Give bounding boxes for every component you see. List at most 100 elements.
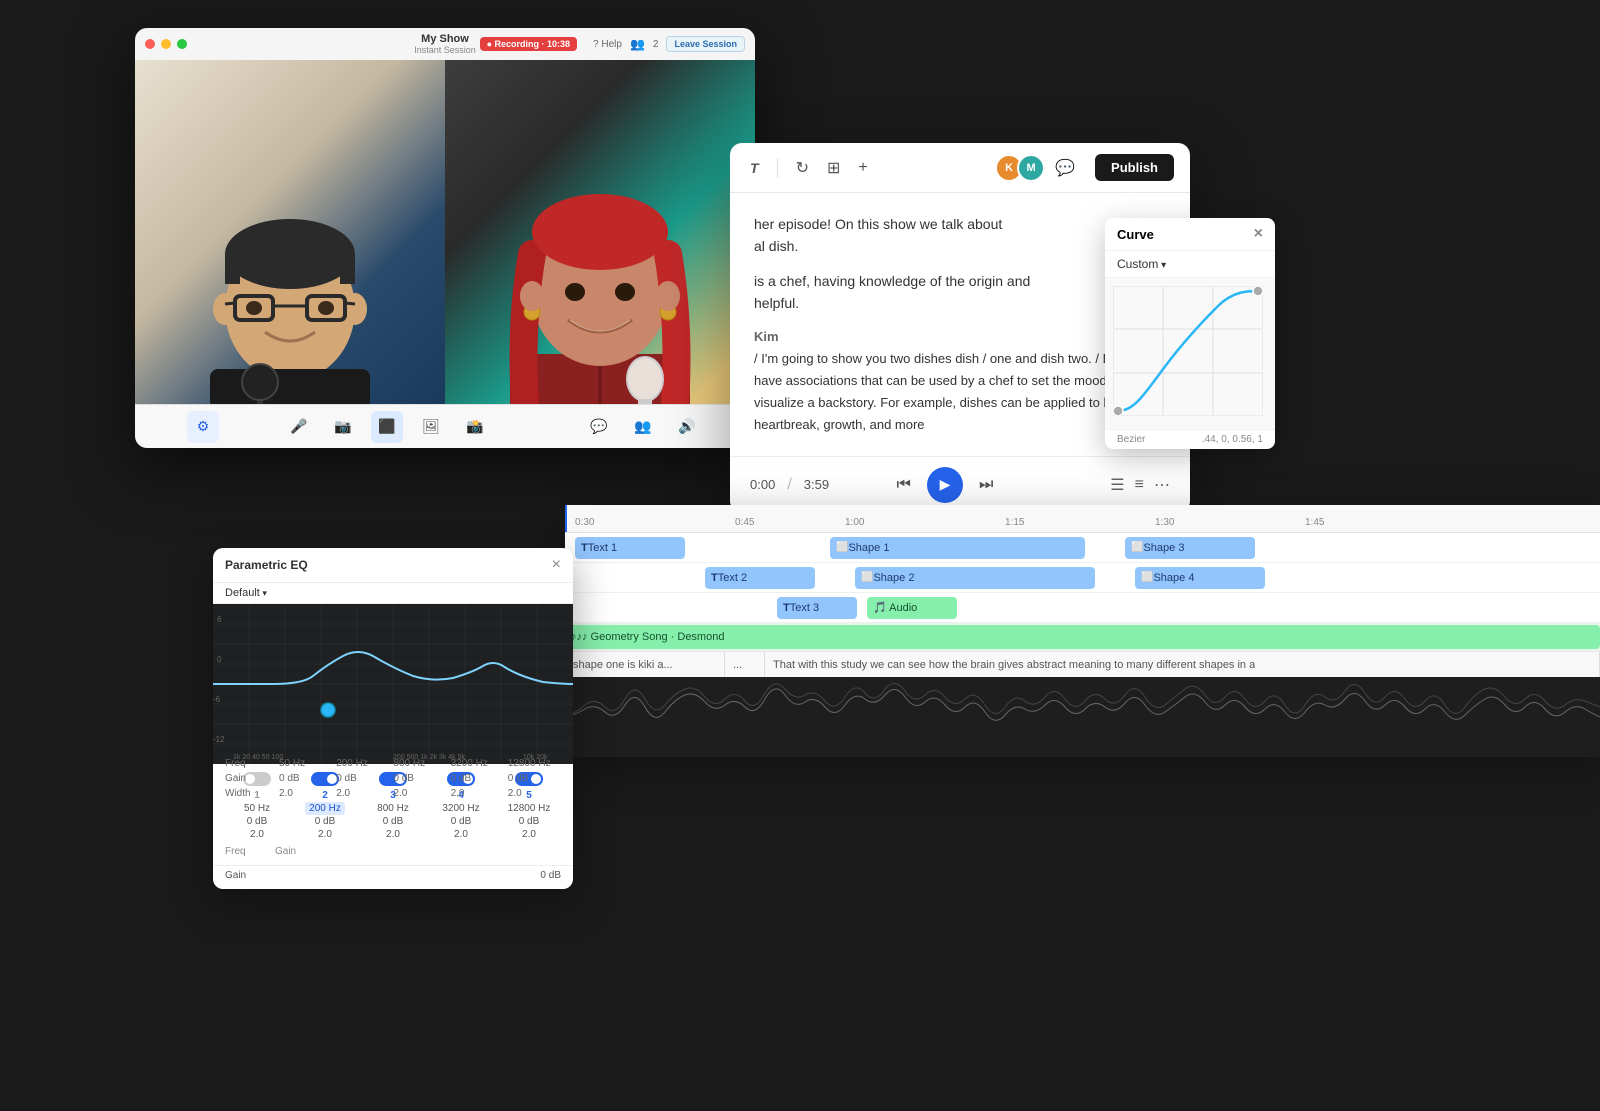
collaborator-avatars: K M: [1001, 154, 1045, 182]
list-icon[interactable]: ≡: [1135, 476, 1144, 494]
minimize-dot[interactable]: [161, 39, 171, 49]
band2-freq: 200 Hz: [293, 803, 357, 814]
avatar-user2: M: [1017, 154, 1045, 182]
camera-button[interactable]: 📷: [327, 411, 359, 443]
band3-gain: 0 dB: [361, 816, 425, 827]
curve-svg: [1113, 286, 1263, 416]
audio-button[interactable]: 🔊: [671, 411, 703, 443]
timeline-ruler: 0:30 0:45 1:00 1:15 1:30 1:45: [565, 505, 1600, 533]
maximize-dot[interactable]: [177, 39, 187, 49]
clip-text2[interactable]: Text 2: [705, 567, 815, 589]
mute-button[interactable]: 🎤: [283, 411, 315, 443]
settings-button[interactable]: ⚙: [187, 411, 219, 443]
clip-audio[interactable]: 🎵 Audio: [867, 597, 957, 619]
curve-dropdown[interactable]: Custom: [1105, 251, 1275, 278]
bezier-value: .44, 0, 0.56, 1: [1202, 434, 1263, 445]
photo-button[interactable]: 📸: [459, 411, 491, 443]
toolbar-separator: [777, 158, 778, 178]
clip-shape4[interactable]: Shape 4: [1135, 567, 1265, 589]
video-grid: [135, 60, 755, 404]
timeline-panel: 0:30 0:45 1:00 1:15 1:30 1:45 Text 1 Sha…: [565, 505, 1600, 757]
track-row-music: ♪♪ ♪ Geometry Song · Desmond: [565, 623, 1600, 651]
skip-back-button[interactable]: ⏮: [891, 474, 917, 496]
hamburger-icon[interactable]: ☰: [1110, 475, 1124, 495]
ruler-mark-0: 0:30: [575, 517, 594, 528]
more-options-icon[interactable]: ⋯: [1154, 475, 1170, 495]
track-row-text2: Text 2 Shape 2 Shape 4: [565, 563, 1600, 593]
time-separator: /: [787, 476, 791, 494]
curve-close-button[interactable]: ×: [1254, 226, 1263, 242]
clip-text3[interactable]: Text 3: [777, 597, 857, 619]
svg-text:6: 6: [217, 615, 222, 624]
leave-session-button[interactable]: Leave Session: [666, 36, 745, 52]
footer-gain-label: Gain: [225, 870, 246, 881]
video-cell-speaker2: [445, 60, 755, 404]
eq-preset-dropdown[interactable]: Default: [213, 583, 573, 604]
participants-button[interactable]: 👥: [627, 411, 659, 443]
track-row-text3: Text 3 🎵 Audio: [565, 593, 1600, 623]
comment-icon[interactable]: 💬: [1051, 154, 1079, 182]
svg-text:-12: -12: [213, 735, 225, 744]
effects-button[interactable]: 🖼: [415, 411, 447, 443]
ruler-mark-4: 1:30: [1155, 517, 1174, 528]
curve-panel-header: Curve ×: [1105, 218, 1275, 251]
help-label[interactable]: ? Help: [593, 39, 622, 50]
freq-row-label: Freq: [225, 846, 275, 857]
waveform-svg: // Generate waveform bars via inline SVG…: [565, 677, 1600, 757]
ruler-mark-3: 1:15: [1005, 517, 1024, 528]
add-icon[interactable]: +: [854, 155, 871, 181]
clip-shape3[interactable]: Shape 3: [1125, 537, 1255, 559]
skip-forward-button[interactable]: ⏭: [973, 474, 999, 496]
svg-text:0: 0: [217, 655, 222, 664]
participant-count: 2: [653, 39, 659, 50]
clip-shape1[interactable]: Shape 1: [830, 537, 1085, 559]
footer-gain-value: 0 dB: [540, 870, 561, 881]
clip-shape2[interactable]: Shape 2: [855, 567, 1095, 589]
eq-row-labels: Freq 50 Hz 200 Hz 800 Hz 3200 Hz 12800 H…: [213, 756, 573, 801]
window-subtitle: Instant Session: [414, 45, 476, 55]
ruler-mark-2: 1:00: [845, 517, 864, 528]
band2-width: 2.0: [293, 829, 357, 840]
refresh-icon[interactable]: ↻: [792, 154, 813, 182]
eq-graph-svg: 6 0 -6 -12 1k 20 40 50 100 200 500 1k 2k…: [213, 604, 573, 764]
caption-seg3: That with this study we can see how the …: [765, 652, 1600, 677]
curve-canvas: [1105, 278, 1275, 429]
participant-count-icon: 👥: [630, 37, 645, 51]
text-tool-icon[interactable]: T: [746, 156, 763, 180]
clip-music[interactable]: ♪♪ ♪ Geometry Song · Desmond: [565, 625, 1600, 649]
eq-close-button[interactable]: ×: [552, 556, 561, 574]
band5-gain: 0 dB: [497, 816, 561, 827]
chat-button[interactable]: 💬: [583, 411, 615, 443]
eq-header: Parametric EQ ×: [213, 548, 573, 583]
eq-title: Parametric EQ: [225, 558, 308, 572]
band2-gain: 0 dB: [293, 816, 357, 827]
music-track-label: ♪ Geometry Song · Desmond: [582, 631, 724, 643]
band3-width: 2.0: [361, 829, 425, 840]
current-time-display: 0:00: [750, 477, 775, 492]
window-title: My Show: [414, 33, 476, 45]
screen-share-button[interactable]: ⬛: [371, 411, 403, 443]
speaker1-avatar: [170, 134, 410, 404]
band4-gain: 0 dB: [429, 816, 493, 827]
total-time-display: 3:59: [804, 477, 829, 492]
playhead[interactable]: [565, 505, 567, 532]
clip-text1[interactable]: Text 1: [575, 537, 685, 559]
grid-icon[interactable]: ⊞: [823, 154, 844, 182]
close-dot[interactable]: [145, 39, 155, 49]
curve-footer: Bezier .44, 0, 0.56, 1: [1105, 429, 1275, 449]
publish-button[interactable]: Publish: [1095, 154, 1174, 181]
video-cell-speaker1: [135, 60, 445, 404]
band5-width: 2.0: [497, 829, 561, 840]
eq-graph: 6 0 -6 -12 1k 20 40 50 100 200 500 1k 2k…: [213, 604, 573, 764]
play-button[interactable]: ▶: [927, 467, 963, 503]
ruler-mark-5: 1:45: [1305, 517, 1324, 528]
band5-freq: 12800 Hz: [497, 803, 561, 814]
track-row-text: Text 1 Shape 1 Shape 3: [565, 533, 1600, 563]
band4-width: 2.0: [429, 829, 493, 840]
caption-seg1: shape one is kiki a...: [565, 652, 725, 677]
band1-gain: 0 dB: [225, 816, 289, 827]
caption-seg2: ...: [725, 652, 765, 677]
video-call-panel: My Show Instant Session ● Recording · 10…: [135, 28, 755, 448]
caption-row: shape one is kiki a... ... That with thi…: [565, 651, 1600, 677]
ruler-mark-1: 0:45: [735, 517, 754, 528]
